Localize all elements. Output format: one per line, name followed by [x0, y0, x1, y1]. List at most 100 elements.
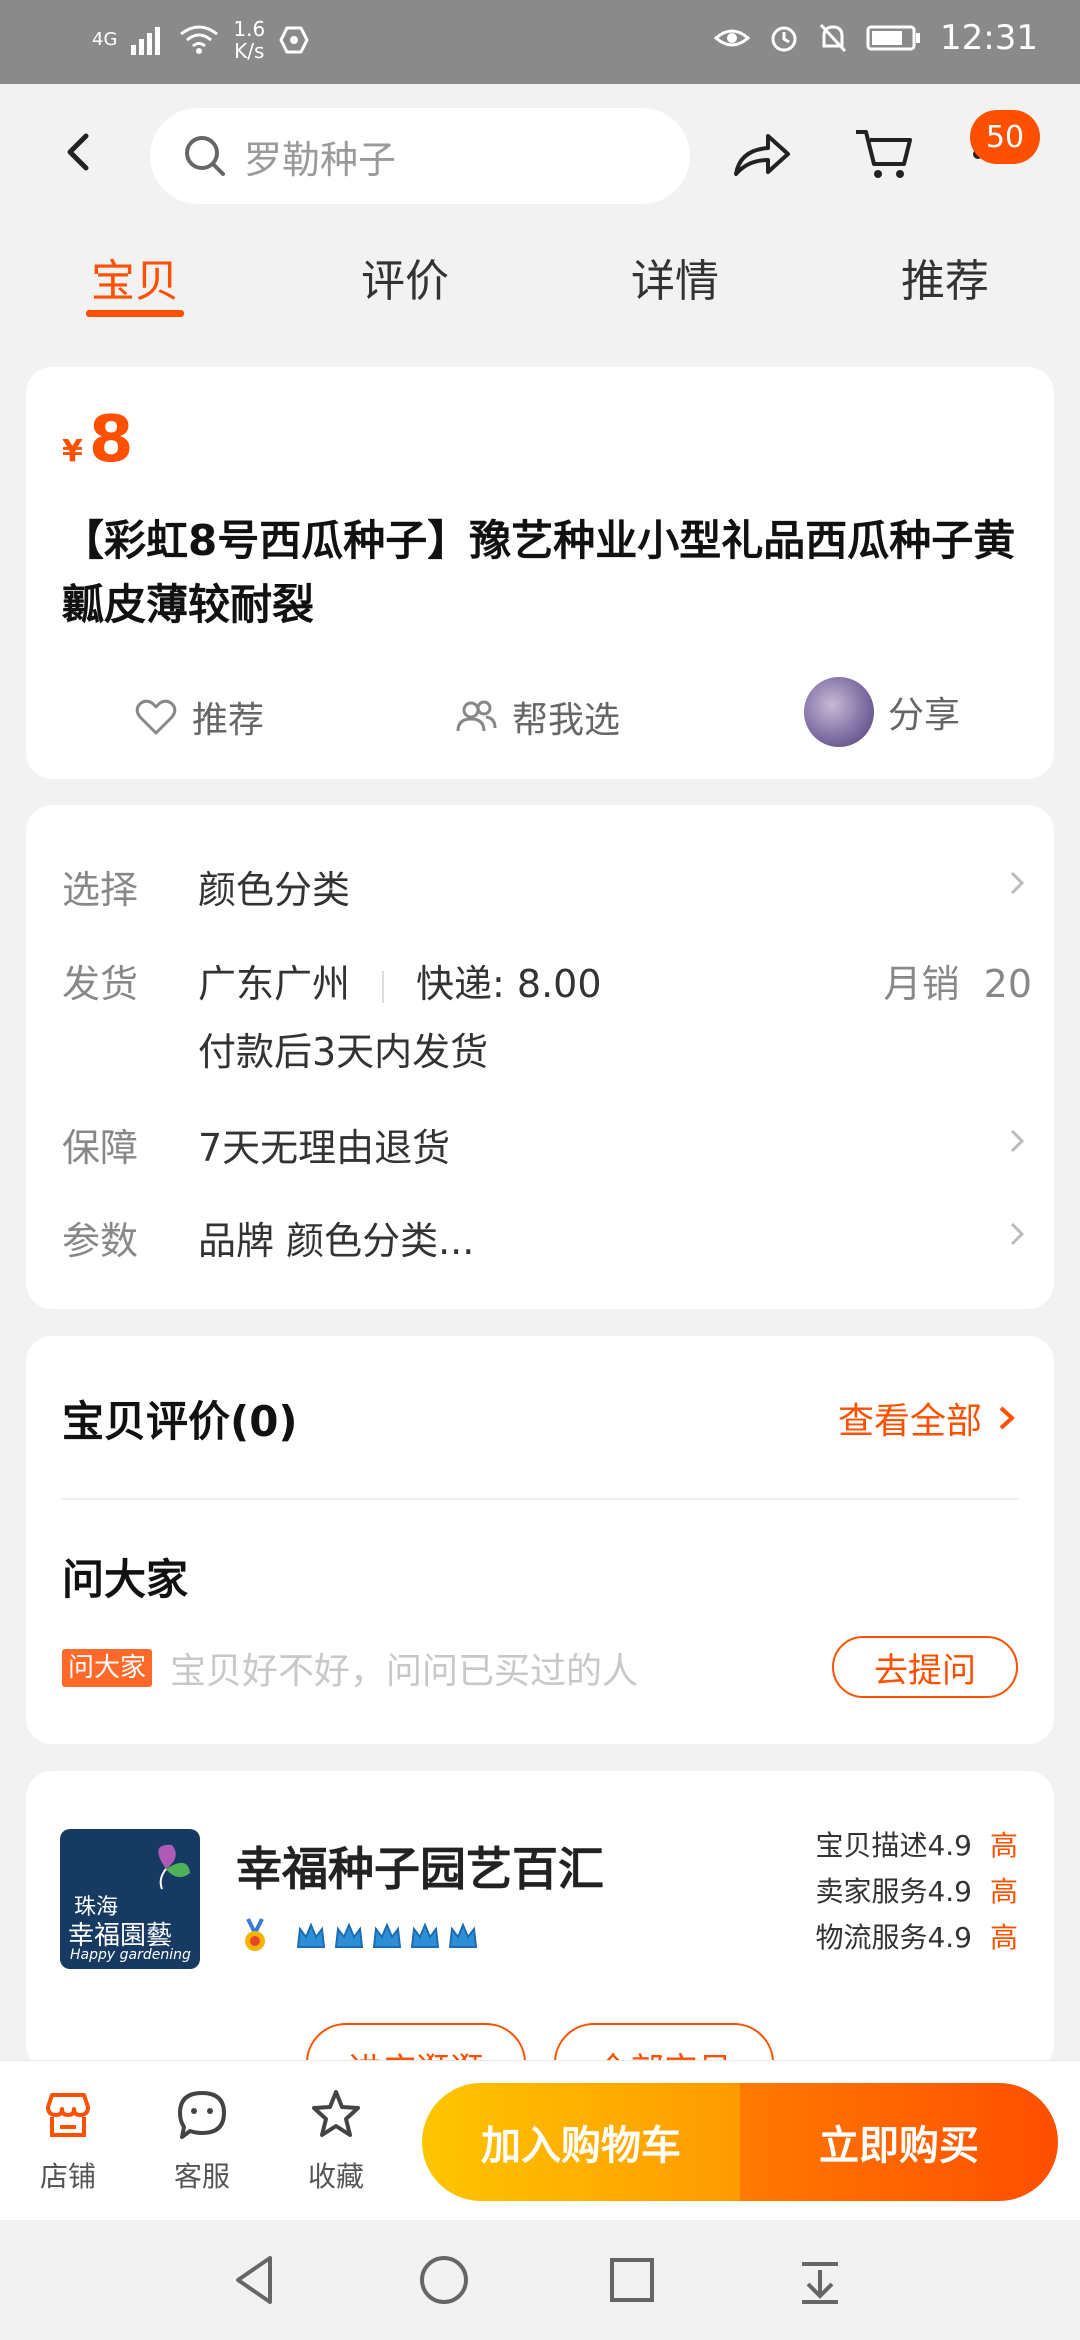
product-card: ¥ 8 【彩虹8号西瓜种子】豫艺种业小型礼品西瓜种子黄瓤皮薄较耐裂 推荐 帮我选… [26, 367, 1054, 779]
monthly-sales: 月销 20 [883, 953, 1032, 1008]
wifi-icon [180, 25, 219, 54]
tab-bar: 宝贝 评价 详情 推荐 [0, 230, 1080, 340]
ship-fee: 快递: 8.00 [416, 962, 602, 1006]
speed-value: 1.6 [233, 17, 266, 41]
star-icon [312, 2090, 360, 2137]
ask-placeholder[interactable]: 宝贝好不好，问问已买过的人 [170, 1642, 638, 1694]
tab-recommend[interactable]: 推荐 [865, 245, 1025, 309]
medal-icon [245, 1918, 265, 1951]
divider [382, 970, 385, 1003]
search-icon [185, 136, 225, 176]
nav-recents-icon[interactable] [602, 2250, 662, 2310]
tab-reviews[interactable]: 评价 [325, 245, 485, 309]
see-all-link[interactable]: 查看全部 [838, 1392, 1018, 1444]
chevron-right-icon [1010, 871, 1025, 895]
select-row[interactable]: 选择 颜色分类 [62, 859, 1032, 919]
ask-title: 问大家 [62, 1555, 189, 1604]
details-card: 选择 颜色分类 发货 广东广州 快递: 8.00 月销 20 付款后3天内发货 保… [26, 805, 1054, 1309]
help-choose-button[interactable]: 帮我选 [454, 691, 620, 743]
eye-icon [714, 29, 751, 47]
select-label: 选择 [62, 868, 139, 912]
ship-from: 广东广州 [198, 962, 351, 1006]
ship-info: 广东广州 快递: 8.00 [198, 953, 602, 1008]
people-icon [456, 700, 497, 732]
back-icon[interactable] [50, 122, 110, 182]
signal-icon [131, 27, 161, 55]
shield-app-icon [279, 26, 309, 54]
guarantee-value: 7天无理由退货 [198, 1126, 451, 1170]
product-actions: 推荐 帮我选 分享 [26, 667, 1054, 767]
rating-level: 高 [989, 1829, 1018, 1862]
share-label: 分享 [888, 695, 961, 736]
ship-time-row: 付款后3天内发货 [62, 1021, 1032, 1081]
chevron-right-icon [1010, 1129, 1025, 1153]
crown-icon [448, 1922, 478, 1948]
nav-notifications-icon[interactable] [790, 2250, 850, 2310]
shop-name[interactable]: 幸福种子园艺百汇 [236, 1833, 604, 1899]
service-label: 客服 [173, 2160, 230, 2193]
select-value: 颜色分类 [198, 868, 351, 912]
crown-icon [372, 1922, 402, 1948]
store-label: 店铺 [39, 2160, 96, 2193]
favorite-button[interactable]: 收藏 [276, 2087, 396, 2195]
search-input[interactable]: 罗勒种子 [150, 108, 690, 204]
service-button[interactable]: 客服 [142, 2087, 262, 2195]
shop-logo[interactable]: 珠海 幸福園藝 Happy gardening [60, 1829, 200, 1969]
params-label: 参数 [62, 1219, 139, 1263]
heart-icon [135, 699, 177, 735]
purchase-cta: 加入购物车 立即购买 [422, 2083, 1058, 2201]
nav-home-icon[interactable] [414, 2250, 474, 2310]
crown-icon [296, 1922, 326, 1948]
nav-back-icon[interactable] [226, 2250, 286, 2310]
search-placeholder: 罗勒种子 [244, 137, 397, 182]
params-row[interactable]: 参数 品牌 颜色分类... [62, 1210, 1032, 1270]
share-product-button[interactable]: 分享 [804, 677, 960, 747]
rating-score: 4.9 [927, 1875, 972, 1908]
guarantee-label: 保障 [62, 1126, 139, 1170]
see-all-label: 查看全部 [837, 1401, 982, 1442]
chat-face-icon [178, 2091, 226, 2139]
crown-icon [334, 1922, 364, 1948]
store-icon [46, 2093, 90, 2137]
reviews-card: 宝贝评价(0) 查看全部 问大家 问大家 宝贝好不好，问问已买过的人 去提问 [26, 1336, 1054, 1744]
help-choose-label: 帮我选 [512, 700, 621, 741]
recommend-button[interactable]: 推荐 [134, 691, 264, 743]
battery-icon [866, 25, 921, 51]
rating-score: 4.9 [927, 1921, 972, 1954]
shop-ratings: 宝贝描述4.9 高 卖家服务4.9 高 物流服务4.9 高 [815, 1823, 1018, 1961]
rating-row: 宝贝描述4.9 高 [815, 1823, 1018, 1869]
network-speed: 1.6 K/s [233, 18, 265, 62]
tab-details[interactable]: 详情 [595, 245, 755, 309]
network-type: 4G [92, 29, 118, 50]
rating-row: 物流服务4.9 高 [815, 1915, 1018, 1961]
ask-tag: 问大家 [62, 1649, 153, 1687]
rating-label: 宝贝描述 [815, 1829, 928, 1862]
recommend-label: 推荐 [192, 700, 265, 741]
currency-symbol: ¥ [62, 434, 83, 469]
logo-text-en: Happy gardening [70, 1947, 191, 1963]
add-to-cart-button[interactable]: 加入购物车 [422, 2083, 740, 2201]
share-icon[interactable] [730, 124, 794, 184]
cart-icon[interactable] [852, 124, 916, 184]
buy-now-button[interactable]: 立即购买 [740, 2083, 1058, 2201]
crown-icon [410, 1922, 440, 1948]
product-price: ¥ 8 [62, 403, 133, 477]
shop-level-badges [238, 1917, 480, 1955]
guarantee-row[interactable]: 保障 7天无理由退货 [62, 1117, 1032, 1177]
shop-card: 珠海 幸福園藝 Happy gardening 幸福种子园艺百汇 宝贝描述4.9… [26, 1771, 1054, 2103]
clock: 12:31 [940, 18, 1038, 58]
butterfly-icon [158, 1844, 190, 1890]
mute-bell-icon [819, 23, 847, 53]
rating-level: 高 [989, 1875, 1018, 1908]
status-bar: 4G 1.6 K/s 12:31 [0, 0, 1080, 84]
ship-time: 付款后3天内发货 [198, 1030, 489, 1074]
alarm-icon [771, 26, 797, 52]
monthly-value: 20 [983, 962, 1032, 1006]
monthly-label: 月销 [883, 962, 960, 1006]
price-value: 8 [88, 403, 134, 477]
store-button[interactable]: 店铺 [8, 2087, 128, 2195]
tab-item[interactable]: 宝贝 [55, 245, 215, 309]
product-title: 【彩虹8号西瓜种子】豫艺种业小型礼品西瓜种子黄瓤皮薄较耐裂 [62, 516, 1016, 629]
ask-question-button[interactable]: 去提问 [832, 1636, 1018, 1698]
rating-score: 4.9 [927, 1829, 972, 1862]
